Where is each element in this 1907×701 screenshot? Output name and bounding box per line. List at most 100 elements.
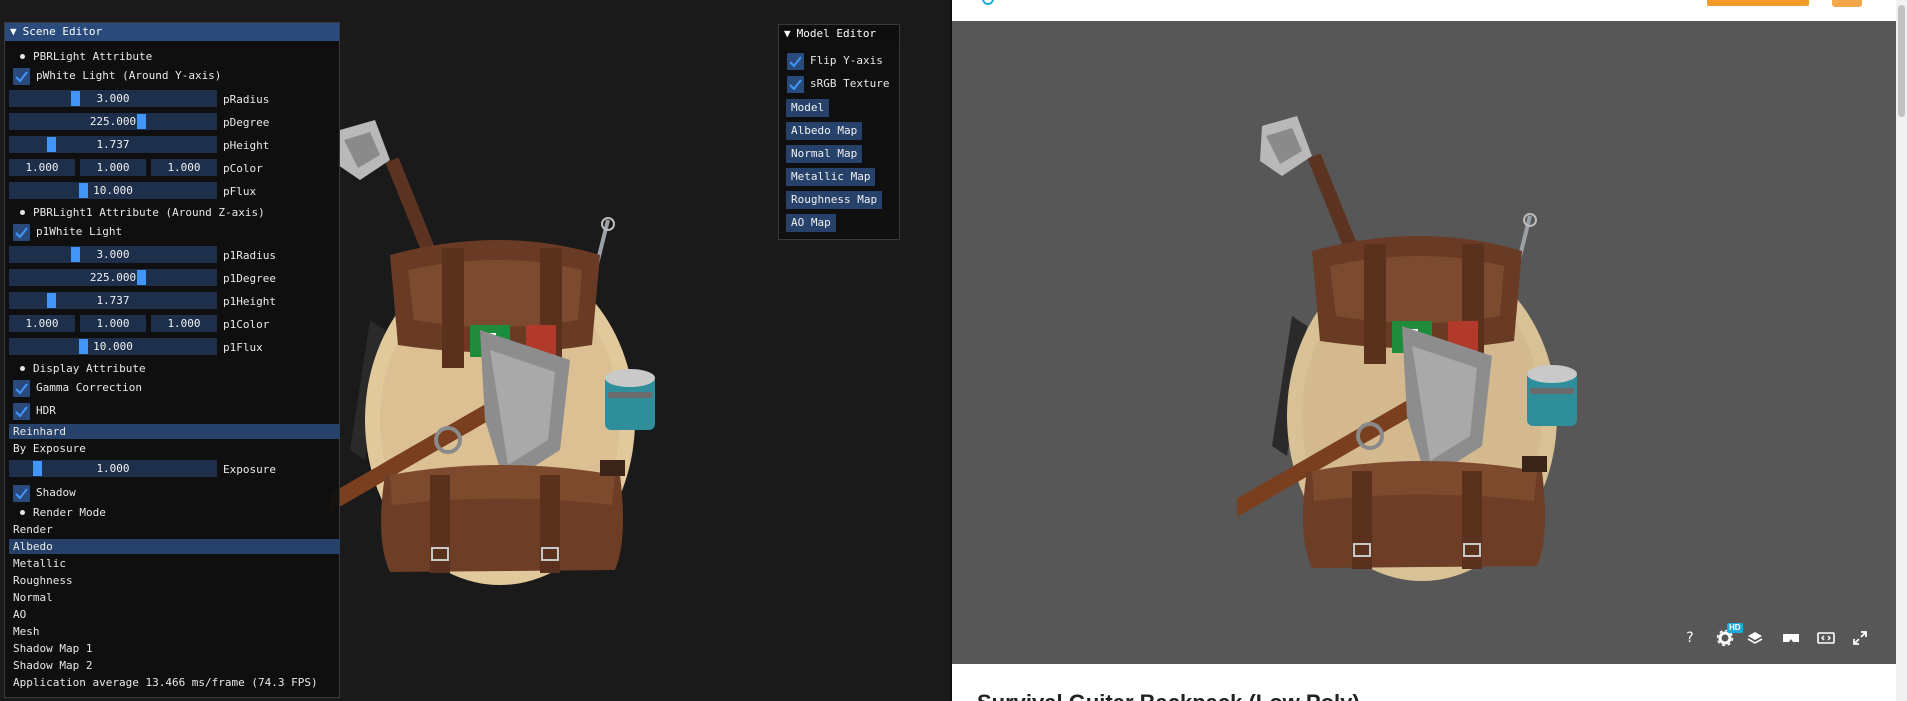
shadow-toggle-label: Shadow [36,486,76,499]
radius-row: 3.000 pRadius [5,90,339,110]
ao-map-button[interactable]: AO Map [786,214,836,232]
hdr-checkbox[interactable] [13,403,30,420]
render-mode-tree-node[interactable]: Render Mode [5,503,339,523]
tonemap-option[interactable]: Reinhard [9,424,340,439]
checkmark-icon [15,383,28,395]
flip-y-checkbox[interactable] [787,53,804,70]
render-mode-option[interactable]: Render [9,522,340,537]
checkmark-icon [789,56,802,68]
model-editor-titlebar[interactable]: ▼ Model Editor [779,25,899,43]
render-mode-heading: Render Mode [33,506,106,519]
degree-row: 225.000 pDegree [5,113,339,133]
color1-g-field[interactable]: 1.000 [80,315,146,332]
degree1-row: 225.000 p1Degree [5,269,339,289]
color1-row: 1.000 1.000 1.000 p1Color [5,315,339,335]
light-checkbox[interactable] [13,68,30,85]
render-mode-option[interactable]: Roughness [9,573,340,588]
light-toggle-row[interactable]: pWhite Light (Around Y-axis) [5,66,339,86]
collapse-triangle-icon[interactable]: ▼ [10,23,17,41]
render-mode-option[interactable]: Mesh [9,624,340,639]
model-viewer[interactable]: ? HD [952,21,1896,664]
albedo-map-button[interactable]: Albedo Map [786,122,863,140]
checkmark-icon [15,406,28,418]
render-mode-option[interactable]: Albedo [9,539,340,554]
height-value: 1.737 [96,138,130,151]
exposure-label: Exposure [223,463,276,476]
color-g-field[interactable]: 1.000 [80,159,146,176]
vr-icon[interactable] [1781,629,1799,647]
color-r-field[interactable]: 1.000 [9,159,75,176]
light1-checkbox[interactable] [13,224,30,241]
collapse-triangle-icon[interactable]: ▼ [784,25,791,43]
model-button[interactable]: Model [786,99,830,117]
tonemap-option[interactable]: By Exposure [9,441,340,456]
pbrlight-heading: PBRLight Attribute [33,50,153,63]
height-row: 1.737 pHeight [5,136,339,156]
height1-slider[interactable]: 1.737 [9,292,217,309]
model-editor-window[interactable]: ▼ Model Editor Flip Y-axis sRGB Texture M… [778,24,900,240]
metallic-map-button[interactable]: Metallic Map [786,168,876,186]
site-logo-icon[interactable] [982,0,994,5]
flux1-row: 10.000 p1Flux [5,338,339,358]
color-b-field[interactable]: 1.000 [151,159,217,176]
color-r-value: 1.000 [25,161,59,174]
embed-icon[interactable] [1816,629,1835,647]
height1-label: p1Height [223,295,276,308]
radius-slider[interactable]: 3.000 [9,90,217,107]
color1-label: p1Color [223,318,270,331]
color1-b-field[interactable]: 1.000 [151,315,217,332]
radius1-slider[interactable]: 3.000 [9,246,217,263]
site-header [952,0,1907,21]
browser-page[interactable]: ? HD Survival Guitar Backpack (Low Poly) [952,0,1907,701]
fullscreen-icon[interactable] [1851,629,1869,647]
checkmark-icon [15,227,28,239]
scene-editor-window[interactable]: ▼ Scene Editor PBRLight Attribute pWhite … [4,22,340,698]
render-mode-option[interactable]: Shadow Map 1 [9,641,340,656]
user-avatar[interactable] [1832,0,1862,7]
srgb-row[interactable]: sRGB Texture [779,74,899,94]
display-tree-node[interactable]: Display Attribute [5,359,339,379]
flip-y-row[interactable]: Flip Y-axis [779,51,899,71]
gamma-toggle-label: Gamma Correction [36,381,142,394]
degree1-value: 225.000 [89,271,137,284]
radius-label: pRadius [223,93,270,106]
exposure-row: 1.000 Exposure [5,460,339,480]
srgb-checkbox[interactable] [787,76,804,93]
light1-toggle-row[interactable]: p1White Light [5,222,339,242]
backpack-model-preview [1237,116,1577,581]
hd-badge: HD [1727,623,1743,633]
help-icon[interactable]: ? [1681,629,1699,647]
flux-slider[interactable]: 10.000 [9,182,217,199]
gamma-toggle-row[interactable]: Gamma Correction [5,378,339,398]
color-g-value: 1.000 [96,161,130,174]
exposure-slider[interactable]: 1.000 [9,460,217,477]
gamma-checkbox[interactable] [13,380,30,397]
hdr-toggle-row[interactable]: HDR [5,401,339,421]
render-viewport[interactable]: ▼ Scene Editor PBRLight Attribute pWhite … [0,0,950,701]
layers-icon[interactable] [1746,629,1764,647]
render-mode-option[interactable]: Normal [9,590,340,605]
page-scrollbar[interactable] [1896,0,1907,701]
flip-y-label: Flip Y-axis [810,54,883,67]
shadow-checkbox[interactable] [13,485,30,502]
pbrlight-tree-node[interactable]: PBRLight Attribute [5,47,339,67]
flux1-slider[interactable]: 10.000 [9,338,217,355]
render-mode-option[interactable]: AO [9,607,340,622]
shadow-toggle-row[interactable]: Shadow [5,483,339,503]
scene-editor-title: Scene Editor [22,25,103,38]
roughness-map-button[interactable]: Roughness Map [786,191,883,209]
upload-button[interactable] [1707,0,1809,6]
height-slider[interactable]: 1.737 [9,136,217,153]
normal-map-button[interactable]: Normal Map [786,145,863,163]
radius1-label: p1Radius [223,249,276,262]
scrollbar-thumb[interactable] [1898,5,1905,117]
degree-slider[interactable]: 225.000 [9,113,217,130]
scene-editor-titlebar[interactable]: ▼ Scene Editor [5,23,339,41]
exposure-value: 1.000 [96,462,130,475]
degree1-slider[interactable]: 225.000 [9,269,217,286]
render-mode-option[interactable]: Shadow Map 2 [9,658,340,673]
pbrlight1-tree-node[interactable]: PBRLight1 Attribute (Around Z-axis) [5,203,339,223]
radius-value: 3.000 [96,92,130,105]
render-mode-option[interactable]: Metallic [9,556,340,571]
color1-r-field[interactable]: 1.000 [9,315,75,332]
